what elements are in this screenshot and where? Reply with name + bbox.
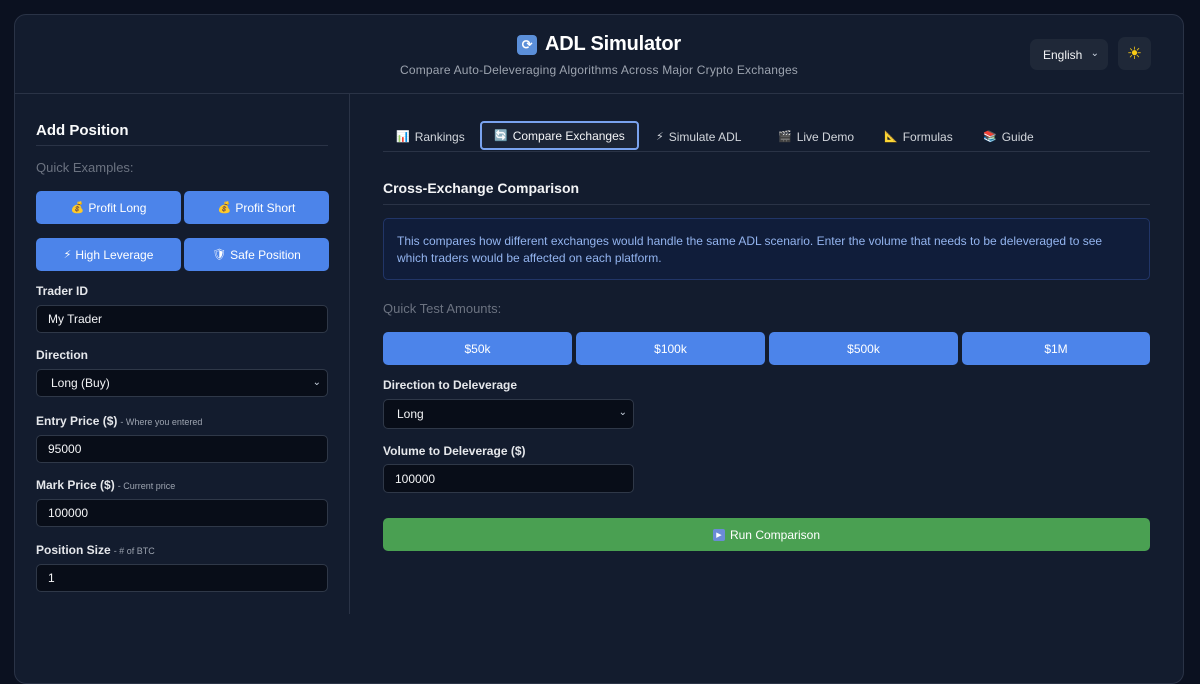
chevron-down-icon: ⌄ bbox=[618, 407, 627, 418]
button-label: Safe Position bbox=[230, 247, 301, 262]
entry-price-input[interactable]: 95000 bbox=[36, 435, 328, 463]
quick-examples-label: Quick Examples: bbox=[36, 160, 134, 175]
position-size-label: Position Size - # of BTC bbox=[36, 543, 155, 557]
header: ⟳ ADL Simulator Compare Auto-Deleveragin… bbox=[15, 15, 1183, 94]
amount-500k-button[interactable]: $500k bbox=[769, 332, 958, 365]
amount-100k-button[interactable]: $100k bbox=[576, 332, 765, 365]
bar-chart-icon: 📊 bbox=[396, 131, 410, 143]
refresh-logo-icon: ⟳ bbox=[517, 34, 538, 55]
volume-to-deleverage-label: Volume to Deleverage ($) bbox=[383, 444, 526, 458]
position-size-hint: - # of BTC bbox=[113, 546, 155, 556]
amount-50k-button[interactable]: $50k bbox=[383, 332, 572, 365]
profit-long-button[interactable]: 💰 Profit Long bbox=[36, 191, 181, 224]
position-size-input[interactable]: 1 bbox=[36, 564, 328, 592]
lightning-icon: ⚡ bbox=[656, 131, 664, 143]
tab-guide[interactable]: 📚 Guide bbox=[983, 122, 1034, 151]
tab-simulate-adl[interactable]: ⚡ Simulate ADL bbox=[656, 122, 741, 151]
books-icon: 📚 bbox=[983, 131, 997, 143]
safe-position-button[interactable]: 🛡 Safe Position bbox=[184, 238, 329, 271]
high-leverage-button[interactable]: ⚡ High Leverage bbox=[36, 238, 181, 271]
entry-price-label: Entry Price ($) - Where you entered bbox=[36, 414, 203, 428]
quick-test-label: Quick Test Amounts: bbox=[383, 301, 502, 316]
tab-live-demo[interactable]: 🎬 Live Demo bbox=[778, 122, 854, 151]
button-label: Profit Long bbox=[88, 200, 147, 215]
volume-input[interactable]: 100000 bbox=[383, 464, 634, 493]
divider bbox=[383, 204, 1150, 205]
direction-select[interactable]: Long (Buy) ⌄ bbox=[36, 369, 328, 397]
sidebar: Add Position Quick Examples: 💰 Profit Lo… bbox=[15, 94, 350, 614]
direction-label: Direction bbox=[36, 348, 89, 362]
tab-formulas[interactable]: 📐 Formulas bbox=[884, 122, 953, 151]
mark-price-label: Mark Price ($) - Current price bbox=[36, 478, 176, 492]
direction-to-deleverage-label: Direction to Deleverage bbox=[383, 378, 518, 392]
tab-bar: 📊 Rankings 🔄 Compare Exchanges ⚡ Simulat… bbox=[383, 121, 1150, 152]
button-label: Profit Short bbox=[235, 200, 296, 215]
divider bbox=[36, 145, 328, 146]
chevron-down-icon: ⌄ bbox=[1090, 48, 1099, 59]
page-subtitle: Compare Auto-Deleveraging Algorithms Acr… bbox=[399, 63, 799, 77]
title-row: ⟳ ADL Simulator bbox=[15, 33, 1183, 56]
language-value: English bbox=[1043, 47, 1083, 62]
trader-id-label: Trader ID bbox=[36, 284, 89, 298]
theme-toggle-button[interactable]: ☀ bbox=[1118, 37, 1151, 70]
chevron-down-icon: ⌄ bbox=[312, 377, 321, 388]
tab-rankings[interactable]: 📊 Rankings bbox=[396, 122, 465, 151]
lightning-icon: ⚡ bbox=[63, 249, 72, 261]
play-icon: ▶ bbox=[712, 528, 725, 541]
shield-icon: 🛡 bbox=[212, 249, 227, 261]
tab-compare-exchanges[interactable]: 🔄 Compare Exchanges bbox=[480, 121, 639, 150]
refresh-icon: 🔄 bbox=[494, 130, 508, 142]
sun-icon: ☀ bbox=[1126, 43, 1143, 63]
info-box: This compares how different exchanges wo… bbox=[383, 218, 1150, 280]
amount-1m-button[interactable]: $1M bbox=[962, 332, 1150, 365]
deleverage-direction-select[interactable]: Long ⌄ bbox=[383, 399, 634, 429]
clapper-icon: 🎬 bbox=[778, 131, 792, 143]
app-window: ⟳ ADL Simulator Compare Auto-Deleveragin… bbox=[14, 14, 1184, 684]
entry-price-hint: - Where you entered bbox=[120, 417, 203, 427]
mark-price-input[interactable]: 100000 bbox=[36, 499, 328, 527]
ruler-icon: 📐 bbox=[884, 131, 898, 143]
page-title: ADL Simulator bbox=[545, 33, 681, 55]
mark-price-hint: - Current price bbox=[117, 481, 176, 491]
main-panel: 📊 Rankings 🔄 Compare Exchanges ⚡ Simulat… bbox=[383, 94, 1150, 614]
money-bag-icon: 💰 bbox=[70, 202, 85, 214]
run-comparison-button[interactable]: ▶ Run Comparison bbox=[383, 518, 1150, 551]
profit-short-button[interactable]: 💰 Profit Short bbox=[184, 191, 329, 224]
button-label: High Leverage bbox=[75, 247, 154, 262]
language-select[interactable]: English ⌄ bbox=[1030, 39, 1108, 70]
money-bag-icon: 💰 bbox=[217, 202, 232, 214]
sidebar-heading: Add Position bbox=[36, 122, 129, 139]
section-title: Cross-Exchange Comparison bbox=[383, 180, 580, 196]
trader-id-input[interactable]: My Trader bbox=[36, 305, 328, 333]
